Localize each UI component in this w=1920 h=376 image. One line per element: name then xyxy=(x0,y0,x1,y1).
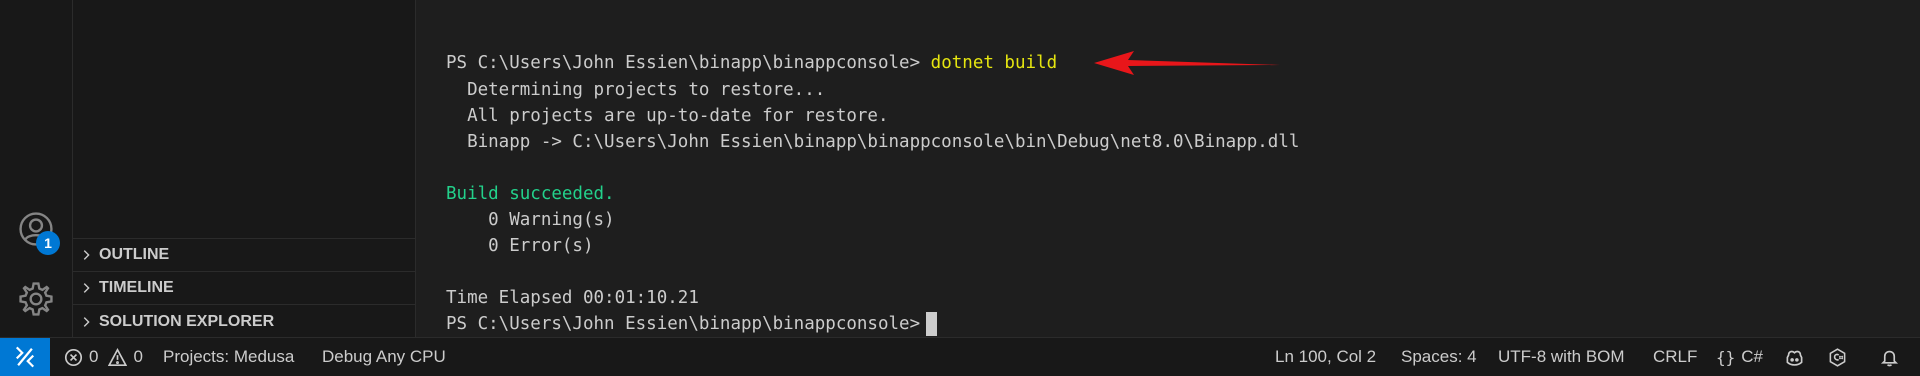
cursor-position-indicator[interactable]: Ln 100, Col 2 xyxy=(1275,338,1376,376)
warnings-line: 0 Warning(s) xyxy=(446,210,615,230)
terminal-output-line: Determining projects to restore... xyxy=(446,80,826,100)
encoding-selector[interactable]: UTF-8 with BOM xyxy=(1498,338,1625,376)
terminal-current-prompt-line: PS C:\Users\John Essien\binapp\binappcon… xyxy=(446,311,938,337)
solution-explorer-section-header[interactable]: SOLUTION EXPLORER xyxy=(73,304,415,338)
outline-section-label: OUTLINE xyxy=(99,246,170,263)
outline-section-header[interactable]: OUTLINE xyxy=(73,238,415,271)
copilot-button[interactable] xyxy=(1785,338,1804,376)
warnings-count: 0 xyxy=(133,347,143,366)
csharp-hexagon-icon xyxy=(1829,347,1846,367)
accounts-button[interactable]: 1 xyxy=(0,201,72,257)
line-ending-selector[interactable]: CRLF xyxy=(1653,338,1697,376)
braces-icon: {} xyxy=(1716,347,1736,367)
terminal-cursor xyxy=(926,312,938,336)
terminal-output-line: Binapp -> C:\Users\John Essien\binapp\bi… xyxy=(446,132,1300,152)
indentation-selector[interactable]: Spaces: 4 xyxy=(1401,338,1477,376)
errors-count: 0 xyxy=(89,347,99,366)
activity-bar: 1 xyxy=(0,0,73,337)
annotation-arrow xyxy=(1094,51,1280,75)
build-configuration-selector[interactable]: Debug Any CPU xyxy=(322,338,446,376)
copilot-icon xyxy=(1786,350,1803,366)
timeline-section-label: TIMELINE xyxy=(99,279,174,296)
terminal-prompt: PS C:\Users\John Essien\binapp\binappcon… xyxy=(446,53,921,73)
error-circle-icon xyxy=(64,348,83,366)
bell-icon xyxy=(1880,350,1899,366)
remote-indicator-button[interactable] xyxy=(0,338,50,376)
terminal-prompt: PS C:\Users\John Essien\binapp\binappcon… xyxy=(446,314,921,334)
manage-button[interactable] xyxy=(0,271,72,327)
language-mode-selector[interactable]: {} C# xyxy=(1716,338,1763,376)
remote-icon xyxy=(15,346,35,368)
project-selector[interactable]: Projects: Medusa xyxy=(163,338,294,376)
chevron-right-icon xyxy=(73,315,99,329)
language-label: C# xyxy=(1741,347,1763,366)
accounts-badge: 1 xyxy=(36,231,60,255)
solution-explorer-section-label: SOLUTION EXPLORER xyxy=(99,312,275,330)
csharp-devkit-button[interactable] xyxy=(1828,338,1847,376)
errors-line: 0 Error(s) xyxy=(446,236,594,256)
problems-indicator[interactable]: 0 0 xyxy=(64,338,143,376)
time-elapsed-line: Time Elapsed 00:01:10.21 xyxy=(446,288,699,308)
build-success-line: Build succeeded. xyxy=(446,184,615,204)
terminal-output-line: All projects are up-to-date for restore. xyxy=(446,106,889,126)
gear-icon xyxy=(19,282,53,316)
terminal-command: dotnet build xyxy=(930,53,1058,73)
warning-icon xyxy=(108,347,128,366)
chevron-right-icon xyxy=(73,248,99,262)
status-bar: 0 0 Projects: Medusa Debug Any CPU Ln 10… xyxy=(0,337,1920,376)
notifications-button[interactable] xyxy=(1880,338,1899,376)
chevron-right-icon xyxy=(73,281,99,295)
sidebar: OUTLINE TIMELINE SOLUTION EXPLORER xyxy=(73,0,416,337)
terminal-command-line: PS C:\Users\John Essien\binapp\binappcon… xyxy=(446,50,1057,76)
timeline-section-header[interactable]: TIMELINE xyxy=(73,271,415,304)
